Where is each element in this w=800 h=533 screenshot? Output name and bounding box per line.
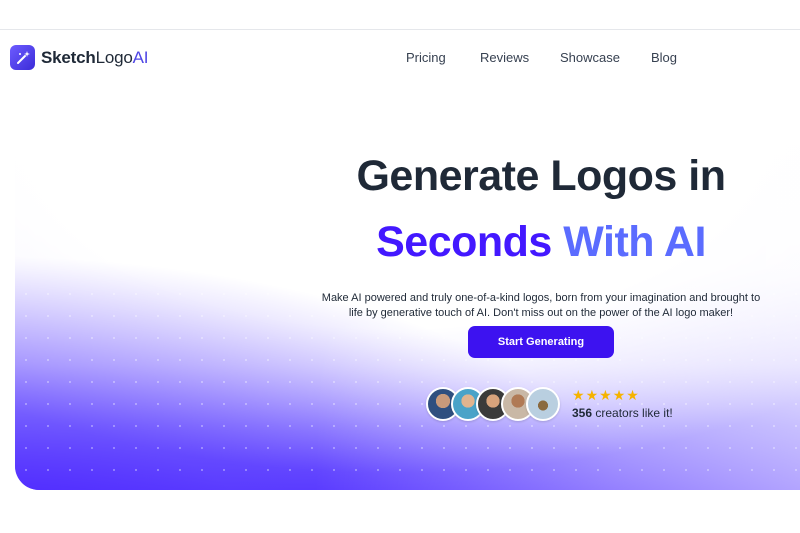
hero-title-with-ai: With AI [563, 218, 706, 266]
rating: ★ ★ ★ ★ ★ 356 creators like it! [572, 388, 673, 420]
nav-showcase[interactable]: Showcase [560, 50, 620, 65]
avatar-group [426, 387, 560, 421]
star-icon: ★ [572, 387, 585, 403]
rating-text: 356 creators like it! [572, 406, 673, 420]
nav-blog[interactable]: Blog [651, 50, 677, 65]
hero-title-line2: Seconds With AI [0, 216, 800, 268]
main-nav: Pricing Reviews Showcase Blog [0, 50, 800, 68]
nav-pricing[interactable]: Pricing [406, 50, 446, 65]
creator-text: creators like it! [595, 406, 673, 420]
hero-title-line1: Generate Logos in [356, 152, 726, 200]
hero-title-seconds: Seconds [376, 218, 552, 266]
star-icon: ★ [585, 387, 599, 403]
creator-count: 356 [572, 406, 593, 420]
top-divider [0, 29, 800, 30]
star-icon: ★ [612, 387, 626, 403]
nav-reviews[interactable]: Reviews [480, 50, 529, 65]
star-icon: ★ [599, 387, 612, 403]
rating-stars: ★ ★ ★ ★ ★ [572, 388, 673, 402]
hero-description: Make AI powered and truly one-of-a-kind … [321, 292, 761, 319]
hero-headline: Generate Logos in Seconds With AI [0, 150, 800, 268]
star-icon: ★ [626, 387, 639, 403]
avatar [526, 387, 560, 421]
social-proof: ★ ★ ★ ★ ★ 356 creators like it! [426, 387, 673, 421]
start-generating-button[interactable]: Start Generating [468, 326, 614, 358]
